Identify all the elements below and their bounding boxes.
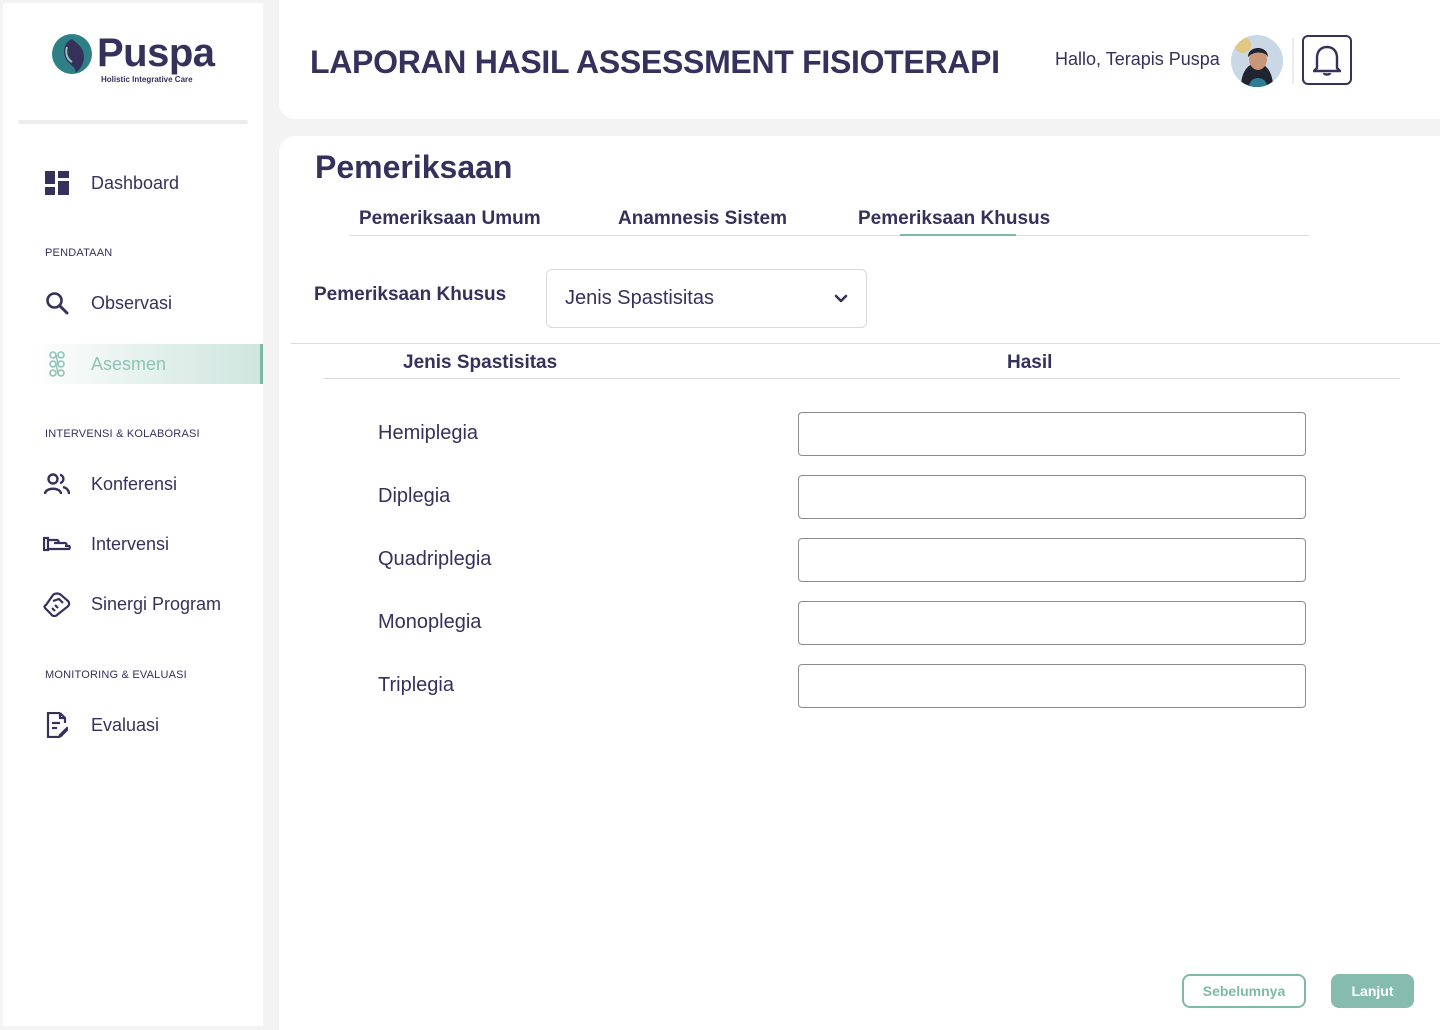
spasticity-type-select[interactable]: Jenis Spastisitas: [546, 269, 867, 328]
sidebar-item-label: Sinergi Program: [91, 593, 222, 614]
sidebar-item-sinergi-program[interactable]: Sinergi Program: [3, 584, 263, 624]
people-icon: [43, 470, 71, 498]
table-row: Quadriplegia: [279, 538, 1440, 582]
table-row: Hemiplegia: [279, 412, 1440, 456]
hasil-input-diplegia[interactable]: [798, 475, 1306, 519]
sidebar: Puspa Holistic Integrative Care Dashboar…: [3, 3, 263, 1026]
handshake-icon: [43, 590, 71, 618]
brand-logo[interactable]: Puspa Holistic Integrative Care: [51, 33, 215, 84]
page-title: LAPORAN HASIL ASSESSMENT FISIOTERAPI: [310, 44, 1000, 80]
row-label: Hemiplegia: [378, 422, 479, 444]
sidebar-item-dashboard[interactable]: Dashboard: [3, 163, 263, 203]
tab-pemeriksaan-umum[interactable]: Pemeriksaan Umum: [359, 208, 541, 230]
row-label: Monoplegia: [378, 611, 482, 633]
sidebar-item-label: Asesmen: [91, 353, 167, 374]
brand-tagline: Holistic Integrative Care: [101, 75, 193, 84]
row-label: Triplegia: [378, 674, 454, 696]
sidebar-item-label: Intervensi: [91, 533, 170, 554]
select-value: Jenis Spastisitas: [565, 287, 714, 309]
document-edit-icon: [43, 711, 71, 739]
brand-name: Puspa: [97, 31, 215, 75]
puspa-logo-icon: [52, 34, 92, 74]
top-header: LAPORAN HASIL ASSESSMENT FISIOTERAPI Hal…: [279, 0, 1440, 119]
sidebar-item-evaluasi[interactable]: Evaluasi: [3, 705, 263, 745]
sidebar-item-label: Evaluasi: [91, 714, 160, 735]
table-row: Diplegia: [279, 475, 1440, 519]
main-content: Pemeriksaan Pemeriksaan Umum Anamnesis S…: [279, 136, 1440, 1030]
sidebar-section-intervensi: INTERVENSI & KOLABORASI: [45, 428, 200, 440]
previous-button[interactable]: Sebelumnya: [1182, 974, 1306, 1008]
bell-icon: [1313, 45, 1341, 76]
next-button[interactable]: Lanjut: [1331, 974, 1414, 1008]
hasil-input-triplegia[interactable]: [798, 664, 1306, 708]
sidebar-item-konferensi[interactable]: Konferensi: [3, 464, 263, 504]
hasil-input-quadriplegia[interactable]: [798, 538, 1306, 582]
row-label: Diplegia: [378, 485, 451, 507]
row-label: Quadriplegia: [378, 548, 492, 570]
table-row: Triplegia: [279, 664, 1440, 708]
active-tab-indicator: [900, 234, 1016, 236]
sidebar-item-label: Konferensi: [91, 473, 178, 494]
sidebar-item-asesmen[interactable]: Asesmen: [36, 344, 263, 384]
column-header-hasil: Hasil: [1007, 352, 1053, 373]
chevron-down-icon: [834, 294, 848, 303]
sidebar-item-observasi[interactable]: Observasi: [3, 283, 263, 323]
user-greeting: Hallo, Terapis Puspa: [1055, 49, 1220, 69]
search-icon: [43, 289, 71, 317]
header-separator: [1292, 38, 1294, 84]
sidebar-item-label: Observasi: [91, 292, 173, 313]
hasil-input-monoplegia[interactable]: [798, 601, 1306, 645]
tab-bar: Pemeriksaan Umum Anamnesis Sistem Pemeri…: [349, 206, 1309, 236]
table-divider-top: [291, 343, 1440, 344]
assessment-icon: [43, 350, 71, 378]
sidebar-divider: [18, 120, 248, 124]
filter-label: Pemeriksaan Khusus: [314, 284, 507, 305]
user-avatar[interactable]: [1231, 35, 1283, 87]
table-divider-bottom: [323, 378, 1400, 379]
section-title: Pemeriksaan: [315, 149, 513, 185]
sidebar-section-monitoring: MONITORING & EVALUASI: [45, 669, 187, 681]
notification-button[interactable]: [1302, 35, 1352, 85]
tab-pemeriksaan-khusus[interactable]: Pemeriksaan Khusus: [858, 208, 1050, 230]
table-row: Monoplegia: [279, 601, 1440, 645]
hasil-input-hemiplegia[interactable]: [798, 412, 1306, 456]
hand-icon: [43, 530, 71, 558]
column-header-jenis: Jenis Spastisitas: [403, 352, 558, 373]
dashboard-icon: [43, 169, 71, 197]
sidebar-section-pendataan: PENDATAAN: [45, 247, 113, 259]
tab-anamnesis-sistem[interactable]: Anamnesis Sistem: [618, 208, 787, 230]
sidebar-item-intervensi[interactable]: Intervensi: [3, 524, 263, 564]
sidebar-item-label: Dashboard: [91, 172, 180, 193]
